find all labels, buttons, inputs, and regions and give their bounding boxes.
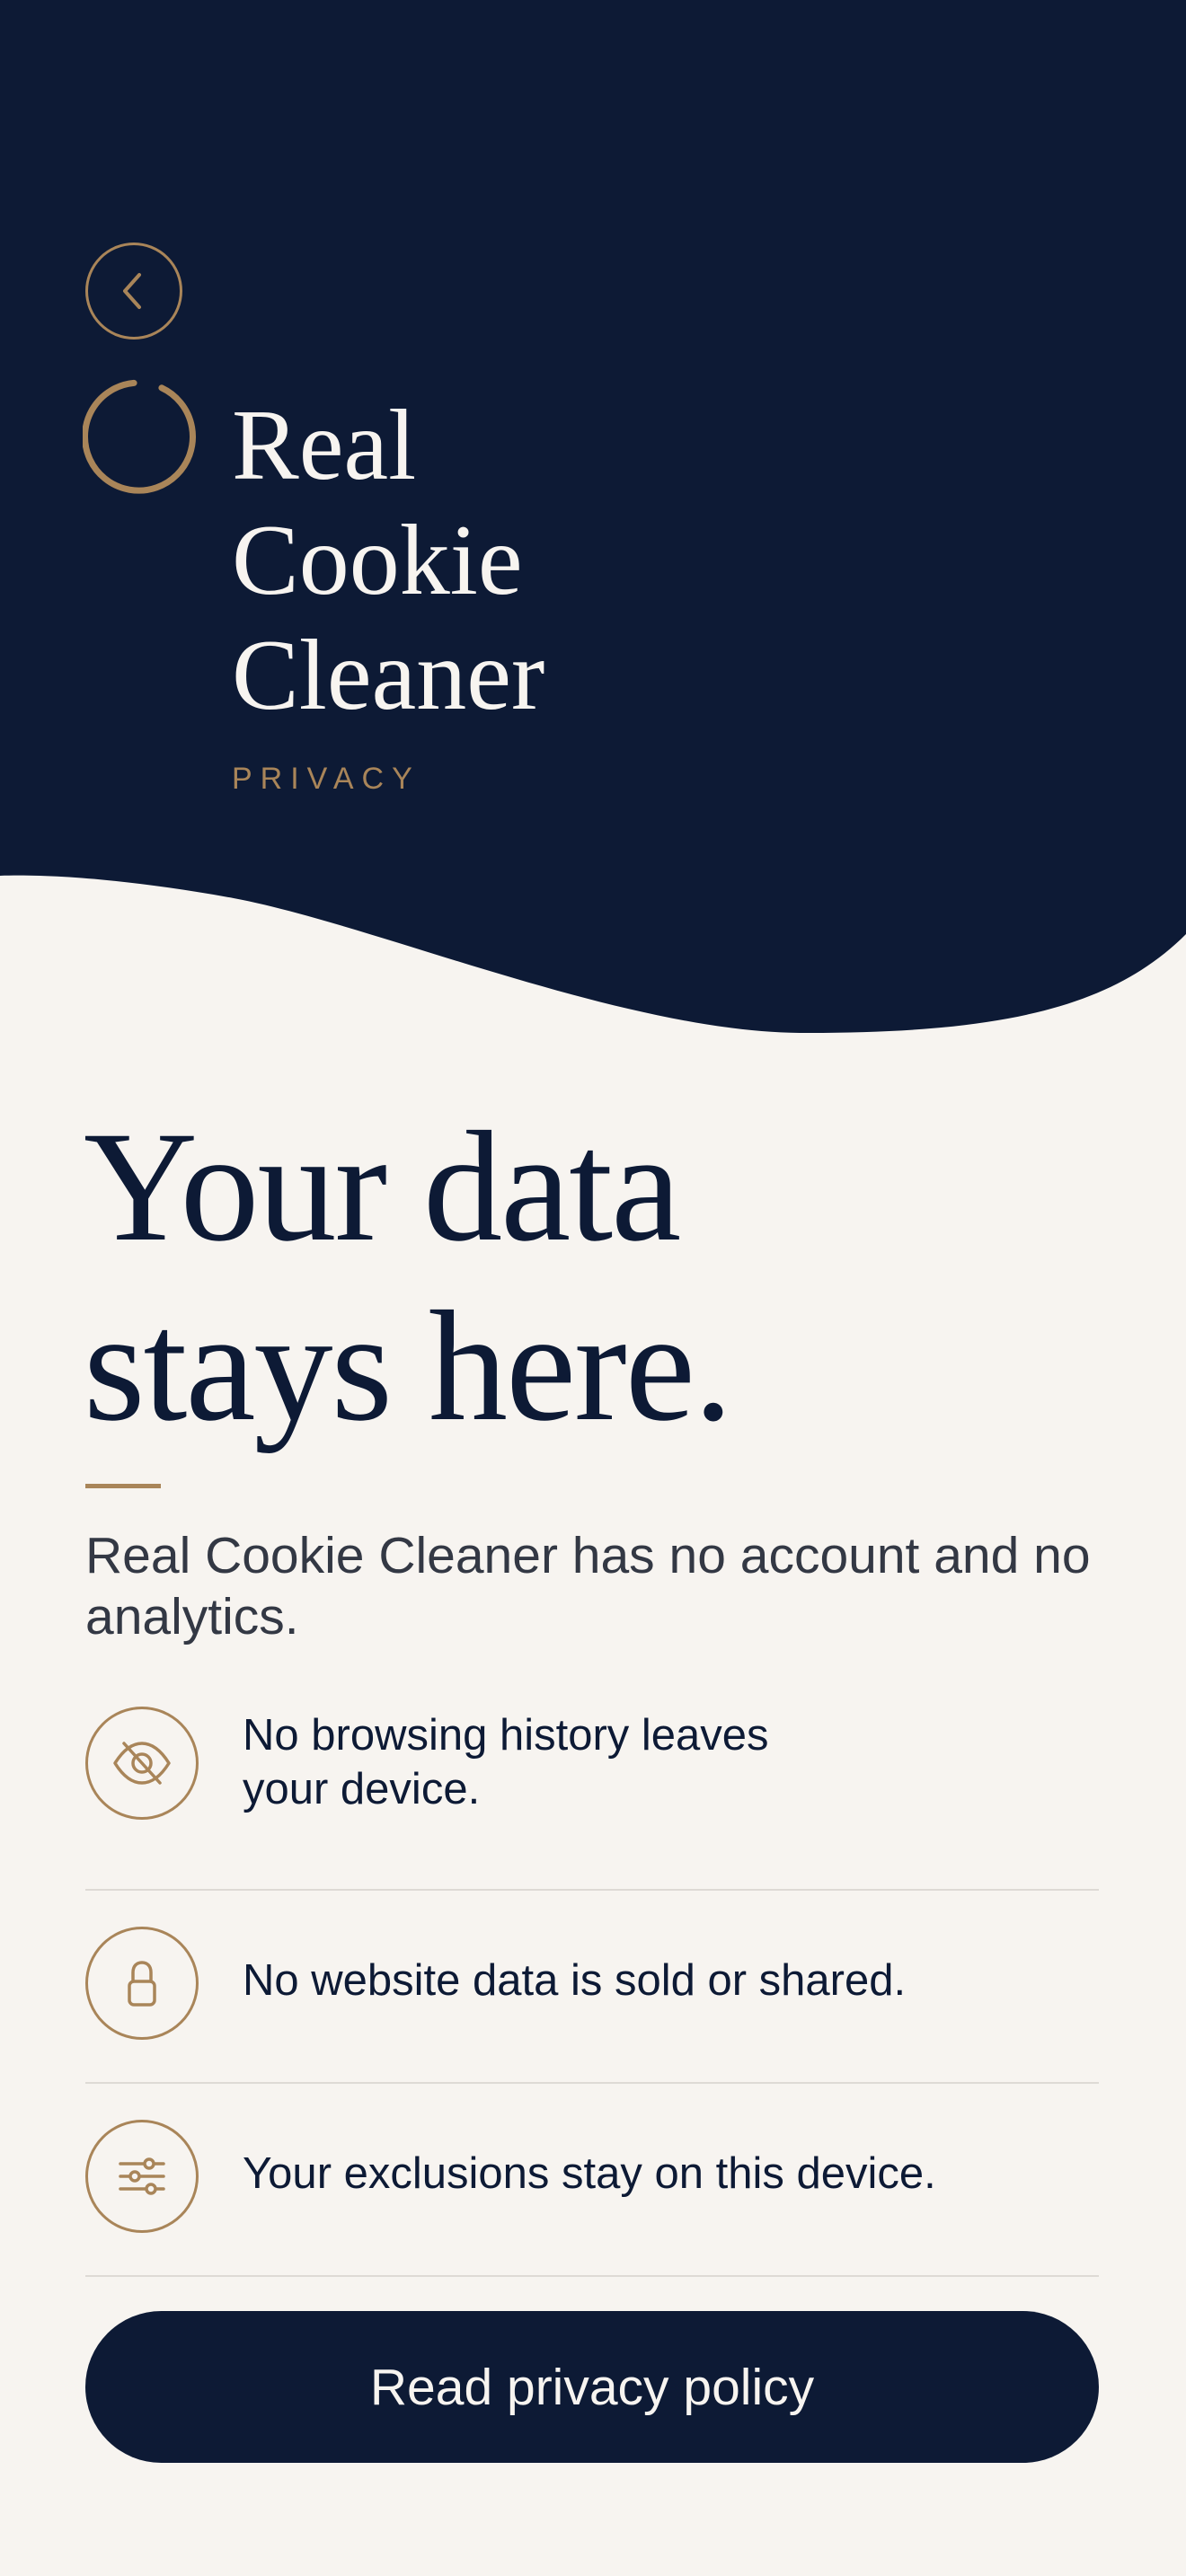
chevron-left-icon (123, 273, 141, 309)
page-headline: Your data stays here. (84, 1098, 733, 1457)
feature-text: No browsing history leaves your device. (243, 1711, 769, 1813)
eye-slash-icon (85, 1707, 199, 1820)
feature-text: No website data is sold or shared. (243, 1956, 907, 2005)
category-label: PRIVACY (232, 762, 420, 796)
headline-line: stays here. (84, 1279, 733, 1454)
back-button[interactable] (85, 243, 182, 340)
ring-logo-icon (83, 379, 196, 494)
feature-list: No browsing history leaves your device. … (85, 1698, 1099, 2277)
intro-text: Real Cookie Cleaner has no account and n… (85, 1527, 1091, 1645)
feature-item-data-sharing: No website data is sold or shared. (85, 1891, 1099, 2084)
feature-item-history: No browsing history leaves your device. (85, 1698, 1099, 1891)
lock-icon (85, 1927, 199, 2040)
app-title-line: Cookie (232, 505, 523, 616)
feature-text: Your exclusions stay on this device. (243, 2149, 936, 2198)
accent-divider (85, 1484, 161, 1488)
app-title-line: Cleaner (232, 620, 545, 731)
app-title: Real Cookie Cleaner (232, 388, 544, 733)
sliders-icon (85, 2120, 199, 2233)
headline-line: Your data (84, 1099, 681, 1275)
hero-background (0, 0, 1186, 1034)
read-privacy-policy-button[interactable]: Read privacy policy (85, 2311, 1099, 2463)
app-title-line: Real (232, 390, 417, 501)
feature-item-exclusions: Your exclusions stay on this device. (85, 2084, 1099, 2277)
